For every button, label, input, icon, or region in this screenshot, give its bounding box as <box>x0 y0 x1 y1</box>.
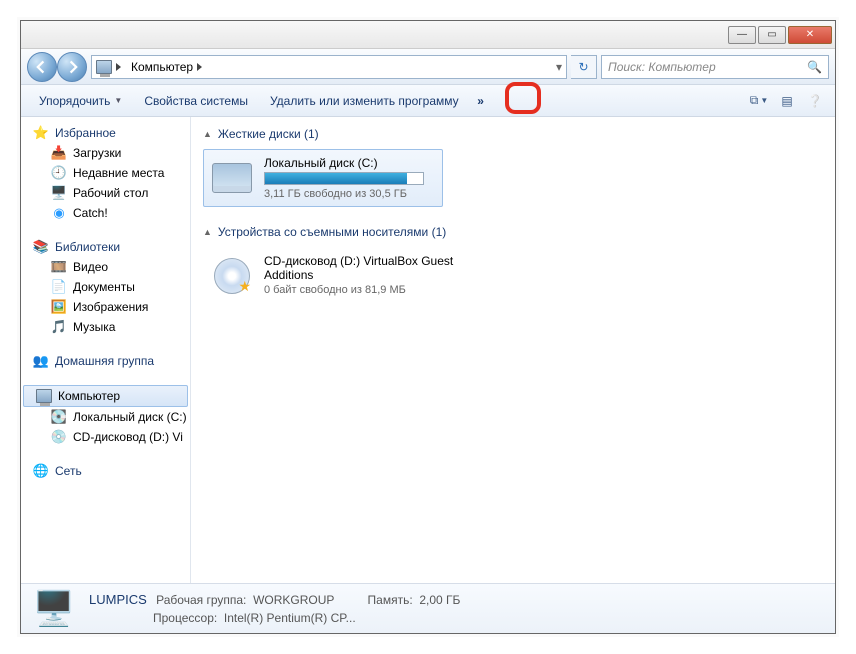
sidebar-item-downloads[interactable]: 📥Загрузки <box>21 143 190 163</box>
computer-icon <box>36 388 52 404</box>
preview-pane-button[interactable]: ▤ <box>775 90 799 112</box>
computer-large-icon: 🖥️ <box>31 589 77 629</box>
libraries-icon: 📚 <box>33 239 49 255</box>
sidebar-item-videos[interactable]: 🎞️Видео <box>21 257 190 277</box>
help-button[interactable]: ❔ <box>803 90 827 112</box>
uninstall-program-button[interactable]: Удалить или изменить программу <box>260 90 469 112</box>
address-dropdown-icon[interactable]: ▾ <box>556 60 562 74</box>
sidebar-homegroup[interactable]: 👥Домашняя группа <box>21 351 190 371</box>
drive-name: Локальный диск (C:) <box>264 156 436 170</box>
explorer-window: — ▭ ✕ Компьютер ▾ ↻ Поиск: Компьютер 🔍 У… <box>20 20 836 634</box>
drive-local-c[interactable]: Локальный диск (C:) 3,11 ГБ свободно из … <box>203 149 443 207</box>
sidebar-item-desktop[interactable]: 🖥️Рабочий стол <box>21 183 190 203</box>
status-cpu: Intel(R) Pentium(R) CP... <box>224 611 356 625</box>
sidebar-libraries[interactable]: 📚Библиотеки <box>21 237 190 257</box>
navigation-pane: ⭐Избранное 📥Загрузки 🕘Недавние места 🖥️Р… <box>21 117 191 597</box>
drive-cd-d[interactable]: CD-дисковод (D:) VirtualBox Guest Additi… <box>203 247 483 305</box>
annotation-highlight <box>505 82 541 114</box>
minimize-button[interactable]: — <box>728 26 756 44</box>
organize-button[interactable]: Упорядочить▼ <box>29 90 132 112</box>
music-icon: 🎵 <box>51 319 67 335</box>
details-pane: 🖥️ LUMPICS Рабочая группа: WORKGROUP Пам… <box>21 583 835 633</box>
sidebar-item-local-disk-c[interactable]: 💽Локальный диск (C:) <box>21 407 190 427</box>
pictures-icon: 🖼️ <box>51 299 67 315</box>
status-memory: 2,00 ГБ <box>419 593 460 607</box>
toolbar-overflow-button[interactable]: » <box>471 91 491 111</box>
body: ⭐Избранное 📥Загрузки 🕘Недавние места 🖥️Р… <box>21 117 835 597</box>
downloads-icon: 📥 <box>51 145 67 161</box>
toolbar: Упорядочить▼ Свойства системы Удалить ил… <box>21 85 835 117</box>
drive-free-text: 3,11 ГБ свободно из 30,5 ГБ <box>264 188 436 200</box>
status-cpu-label: Процессор: <box>153 611 217 625</box>
documents-icon: 📄 <box>51 279 67 295</box>
cd-icon: 💿 <box>51 429 67 445</box>
view-options-button[interactable]: ⧉▼ <box>747 90 771 112</box>
sidebar-item-recent[interactable]: 🕘Недавние места <box>21 163 190 183</box>
sidebar-item-catch[interactable]: ◉Catch! <box>21 203 190 223</box>
computer-icon <box>96 59 112 75</box>
status-workgroup-label: Рабочая группа: <box>156 593 246 607</box>
recent-icon: 🕘 <box>51 165 67 181</box>
search-input[interactable]: Поиск: Компьютер 🔍 <box>601 55 829 79</box>
address-bar-row: Компьютер ▾ ↻ Поиск: Компьютер 🔍 <box>21 49 835 85</box>
sidebar-item-music[interactable]: 🎵Музыка <box>21 317 190 337</box>
videos-icon: 🎞️ <box>51 259 67 275</box>
drive-free-text: 0 байт свободно из 81,9 МБ <box>264 284 476 296</box>
group-removable[interactable]: ▲Устройства со съемными носителями (1) <box>203 225 823 239</box>
system-properties-button[interactable]: Свойства системы <box>134 90 258 112</box>
close-button[interactable]: ✕ <box>788 26 832 44</box>
breadcrumb-chevron-icon <box>116 63 127 71</box>
sidebar-item-cd-drive-d[interactable]: 💿CD-дисковод (D:) Vi <box>21 427 190 447</box>
catch-icon: ◉ <box>51 205 67 221</box>
maximize-button[interactable]: ▭ <box>758 26 786 44</box>
breadcrumb-root[interactable]: Компьютер <box>131 60 193 74</box>
homegroup-icon: 👥 <box>33 353 49 369</box>
address-bar[interactable]: Компьютер ▾ <box>91 55 567 79</box>
content-pane: ▲Жесткие диски (1) Локальный диск (C:) 3… <box>191 117 835 597</box>
search-icon: 🔍 <box>807 60 822 74</box>
sidebar-computer[interactable]: Компьютер <box>23 385 188 407</box>
group-hard-drives[interactable]: ▲Жесткие диски (1) <box>203 127 823 141</box>
sidebar-item-pictures[interactable]: 🖼️Изображения <box>21 297 190 317</box>
titlebar: — ▭ ✕ <box>21 21 835 49</box>
network-icon: 🌐 <box>33 463 49 479</box>
status-memory-label: Память: <box>368 593 413 607</box>
sidebar-item-documents[interactable]: 📄Документы <box>21 277 190 297</box>
breadcrumb-chevron-icon[interactable] <box>197 63 208 71</box>
sidebar-network[interactable]: 🌐Сеть <box>21 461 190 481</box>
hdd-icon <box>210 156 254 200</box>
back-button[interactable] <box>27 52 57 82</box>
star-icon: ⭐ <box>33 125 49 141</box>
status-workgroup: WORKGROUP <box>253 593 334 607</box>
cd-drive-icon <box>210 254 254 298</box>
drive-usage-bar <box>264 172 424 185</box>
drive-icon: 💽 <box>51 409 67 425</box>
desktop-icon: 🖥️ <box>51 185 67 201</box>
search-placeholder: Поиск: Компьютер <box>608 60 716 74</box>
forward-button[interactable] <box>57 52 87 82</box>
refresh-button[interactable]: ↻ <box>571 55 597 79</box>
status-pcname: LUMPICS <box>89 592 147 607</box>
sidebar-favorites[interactable]: ⭐Избранное <box>21 123 190 143</box>
drive-name: CD-дисковод (D:) VirtualBox Guest Additi… <box>264 254 476 282</box>
